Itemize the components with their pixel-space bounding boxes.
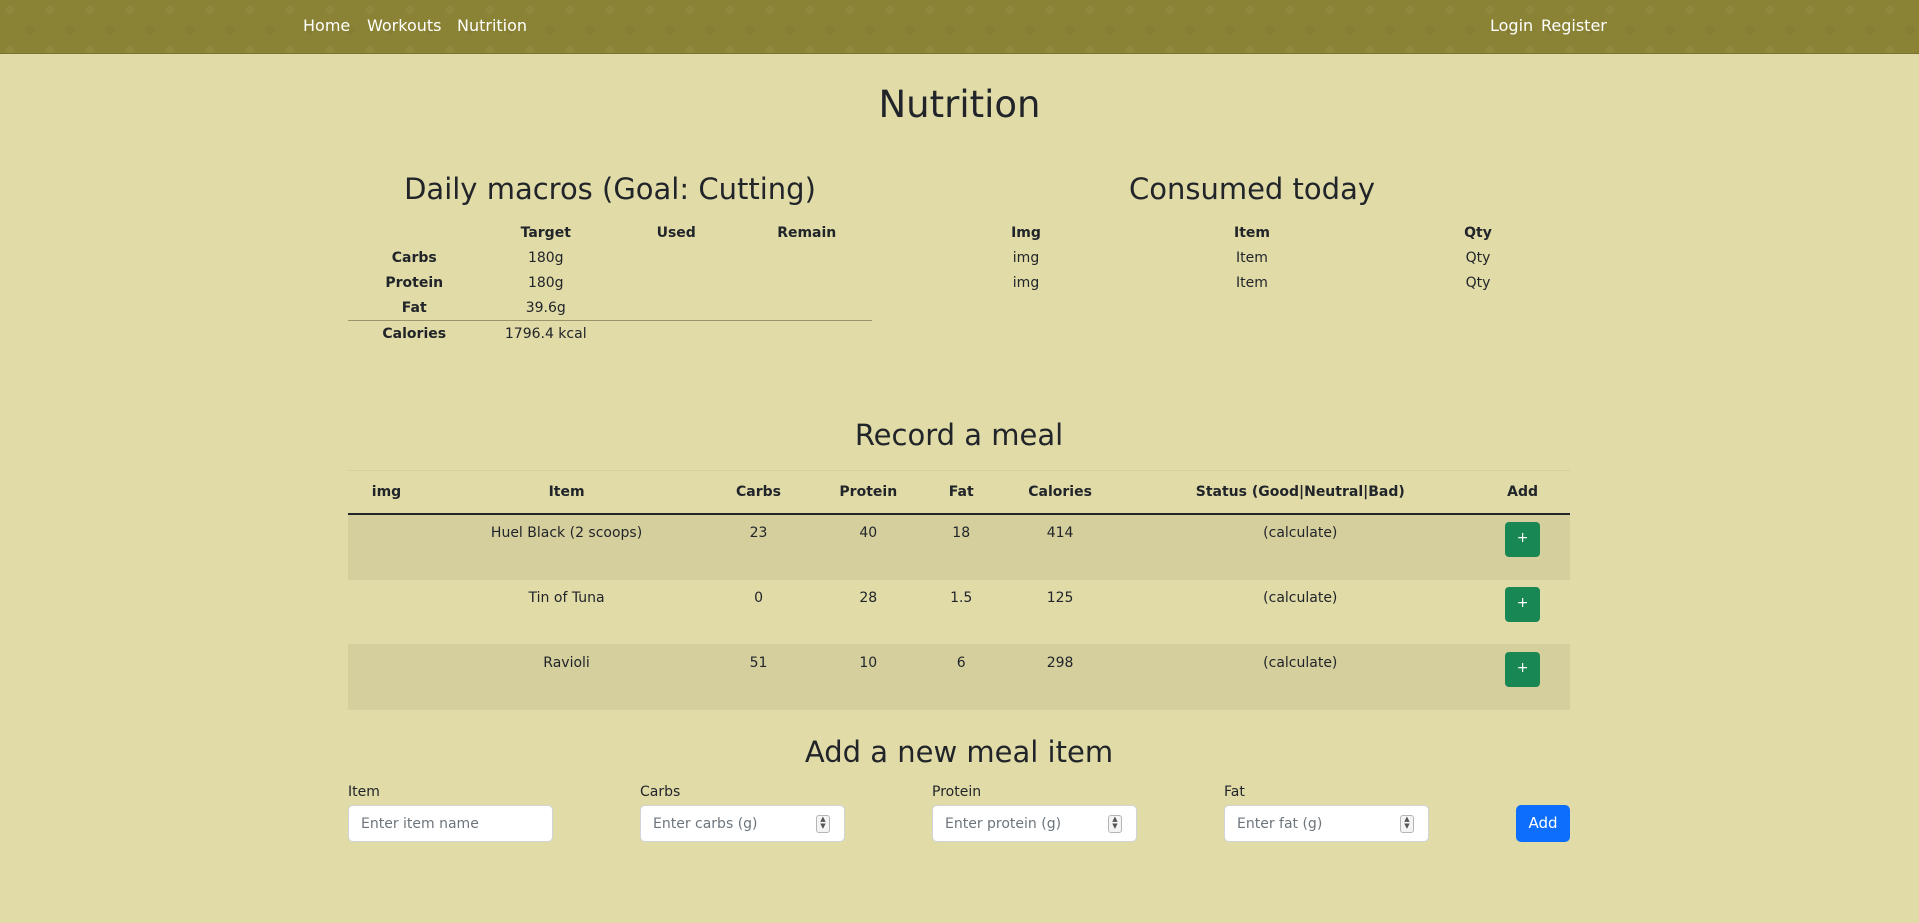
carbs-field-label: Carbs [640, 784, 681, 800]
meal-fat: 1.5 [927, 579, 995, 645]
fat-input[interactable] [1224, 805, 1429, 842]
macros-row-fat: Fat 39.6g [348, 295, 872, 321]
macro-used [611, 270, 741, 295]
macro-remain [741, 245, 872, 270]
meal-calories: 298 [994, 644, 1126, 710]
meal-calories: 414 [994, 514, 1126, 580]
add-meal-button[interactable]: + [1505, 652, 1541, 687]
macro-label: Carbs [391, 249, 437, 266]
meal-fat: 6 [927, 644, 995, 710]
record-meal-table: img Item Carbs Protein Fat Calories Stat… [348, 470, 1570, 710]
macro-remain [741, 270, 872, 295]
macros-row-calories: Calories 1796.4 kcal [348, 320, 872, 347]
meals-header-fat: Fat [927, 470, 995, 515]
top-navbar: Home Workouts Nutrition Login Register [0, 0, 1919, 54]
fat-spinner-icon[interactable]: ▲ ▼ [1400, 815, 1414, 833]
item-name-input[interactable] [348, 805, 553, 842]
meals-header-calories: Calories [994, 470, 1126, 515]
macros-row-protein: Protein 180g [348, 270, 872, 295]
meal-protein: 40 [808, 514, 928, 580]
consumed-qty: Qty [1465, 249, 1491, 266]
page-title: Nutrition [878, 83, 1041, 126]
consumed-img: img [1012, 249, 1040, 266]
table-row: Huel Black (2 scoops) 23 40 18 414 (calc… [348, 514, 1570, 580]
macro-used [610, 320, 742, 347]
meal-protein: 10 [808, 644, 928, 710]
consumed-header-item: Item [1233, 224, 1270, 241]
meal-carbs: 23 [708, 514, 809, 580]
meal-img [348, 514, 426, 580]
daily-macros-table: Target Used Remain Carbs 180g Protein 18… [348, 220, 872, 347]
meal-item: Huel Black (2 scoops) [425, 514, 709, 580]
meal-img [348, 644, 426, 710]
macros-header-empty [348, 220, 481, 245]
meal-protein: 28 [808, 579, 928, 645]
add-item-submit-button[interactable]: Add [1516, 805, 1570, 842]
meals-header-status: Status (Good|Neutral|Bad) [1125, 470, 1476, 515]
macros-header-remain: Remain [777, 224, 837, 241]
macro-used [611, 295, 741, 321]
table-row: Ravioli 51 10 6 298 (calculate) + [348, 644, 1570, 710]
macro-used [611, 245, 741, 270]
consumed-row: img Item Qty [968, 245, 1536, 270]
carbs-spinner-icon[interactable]: ▲ ▼ [816, 815, 830, 833]
macro-target: 1796.4 kcal [480, 320, 611, 347]
fat-field-label: Fat [1224, 784, 1245, 800]
add-meal-button[interactable]: + [1505, 522, 1541, 557]
consumed-row: img Item Qty [968, 270, 1536, 295]
daily-macros-title: Daily macros (Goal: Cutting) [404, 172, 816, 206]
macros-header-used: Used [656, 224, 696, 241]
macro-target: 39.6g [525, 299, 566, 316]
item-field-label: Item [348, 784, 380, 800]
consumed-item: Item [1236, 274, 1268, 291]
consumed-qty: Qty [1465, 274, 1491, 291]
record-meal-title: Record a meal [854, 418, 1064, 452]
meal-img [348, 579, 426, 645]
consumed-header-qty: Qty [1464, 224, 1492, 241]
nav-register-link[interactable]: Register [1541, 16, 1607, 35]
meals-header-add: Add [1475, 470, 1570, 515]
meal-item: Ravioli [425, 644, 709, 710]
meals-header-item: Item [425, 470, 709, 515]
macro-label: Fat [401, 299, 427, 316]
macro-remain [741, 320, 872, 347]
consumed-today-title: Consumed today [1128, 172, 1376, 206]
meals-header-img: img [348, 470, 426, 515]
meal-carbs: 0 [708, 579, 809, 645]
carbs-input[interactable] [640, 805, 845, 842]
meal-item: Tin of Tuna [425, 579, 709, 645]
table-row: Tin of Tuna 0 28 1.5 125 (calculate) + [348, 579, 1570, 645]
protein-spinner-icon[interactable]: ▲ ▼ [1108, 815, 1122, 833]
meals-header-carbs: Carbs [708, 470, 809, 515]
consumed-today-table: Img Item Qty img Item Qty img Item Qty [968, 220, 1536, 295]
add-meal-item-title: Add a new meal item [804, 735, 1114, 769]
consumed-item: Item [1236, 249, 1268, 266]
nav-login-link[interactable]: Login [1490, 16, 1533, 35]
meal-status: (calculate) [1125, 514, 1476, 580]
meal-calories: 125 [994, 579, 1126, 645]
macros-header-target: Target [520, 224, 571, 241]
meal-fat: 18 [927, 514, 995, 580]
meal-carbs: 51 [708, 644, 809, 710]
meal-status: (calculate) [1125, 644, 1476, 710]
nav-workouts-link[interactable]: Workouts [367, 16, 441, 35]
consumed-img: img [1012, 274, 1040, 291]
protein-field-label: Protein [932, 784, 982, 800]
protein-input[interactable] [932, 805, 1137, 842]
add-meal-button[interactable]: + [1505, 587, 1541, 622]
nav-home-link[interactable]: Home [303, 16, 350, 35]
consumed-header-img: Img [1011, 224, 1041, 241]
macro-remain [741, 295, 872, 321]
macro-target: 180g [527, 274, 564, 291]
meal-status: (calculate) [1125, 579, 1476, 645]
nav-nutrition-link[interactable]: Nutrition [457, 16, 527, 35]
macro-label: Protein [385, 274, 444, 291]
meals-header-protein: Protein [808, 470, 928, 515]
macro-target: 180g [527, 249, 564, 266]
macros-row-carbs: Carbs 180g [348, 245, 872, 270]
macro-label: Calories [348, 320, 481, 347]
